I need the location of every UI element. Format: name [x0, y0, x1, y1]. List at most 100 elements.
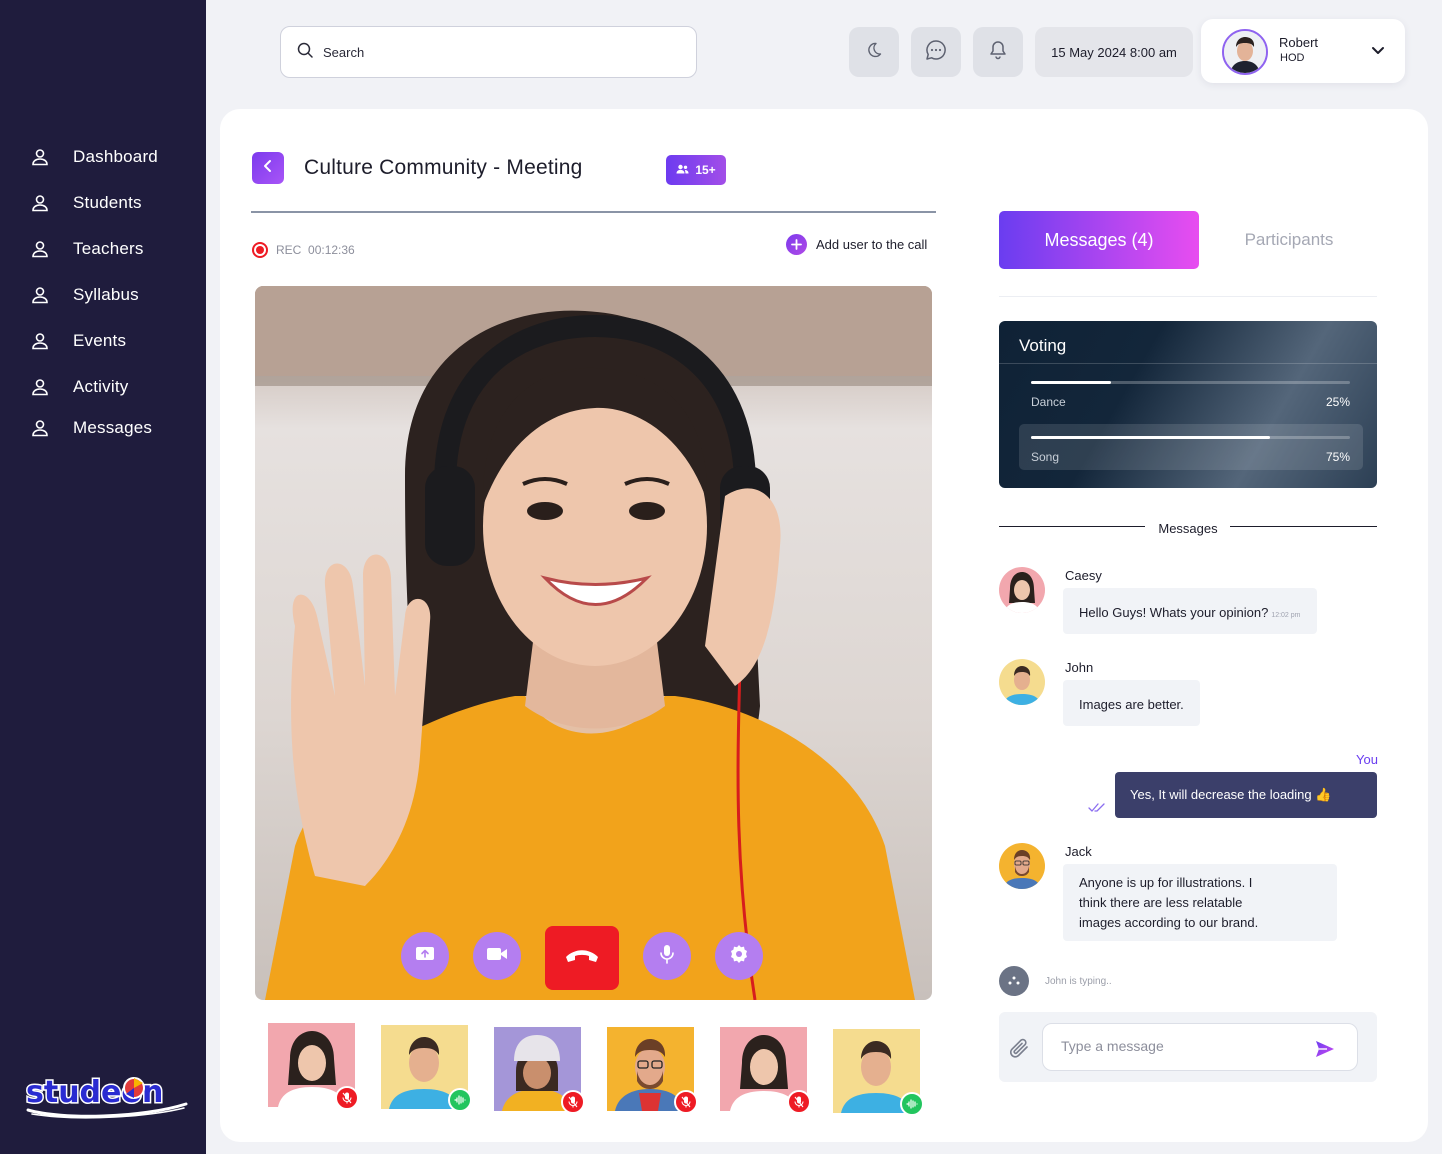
- message-sender: Jack: [1065, 844, 1092, 859]
- sidebar-item-events[interactable]: Events: [0, 318, 206, 364]
- speaking-indicator: [448, 1088, 472, 1112]
- user-icon: [30, 418, 50, 438]
- tab-divider: [999, 296, 1377, 297]
- sidebar-item-label: Events: [73, 331, 127, 350]
- participant-thumbnail[interactable]: [720, 1027, 811, 1114]
- tab-messages[interactable]: Messages (4): [999, 211, 1199, 269]
- studeon-logo[interactable]: studeon: [22, 1064, 192, 1120]
- user-icon: [30, 331, 50, 351]
- rec-label: REC: [276, 243, 302, 257]
- typing-indicator-icon: [999, 966, 1029, 996]
- share-screen-icon: [415, 945, 435, 968]
- participant-thumbnail[interactable]: [833, 1029, 924, 1116]
- message-text: Hello Guys! Whats your opinion?: [1079, 605, 1269, 620]
- message-text: images according to our brand.: [1079, 915, 1259, 930]
- vote-option-percent: 75%: [1325, 450, 1350, 464]
- chat-button[interactable]: [911, 27, 961, 77]
- user-icon: [30, 193, 50, 213]
- participants-count: 15+: [695, 163, 716, 177]
- title-divider: [251, 211, 936, 213]
- recording-status: REC 00:12:36: [276, 243, 355, 257]
- sidebar-item-syllabus[interactable]: Syllabus: [0, 272, 206, 318]
- settings-icon: [729, 944, 749, 969]
- microphone-button[interactable]: [643, 932, 691, 980]
- participant-thumbnail[interactable]: [494, 1027, 585, 1114]
- search-box[interactable]: [280, 26, 697, 78]
- sidebar-item-label: Messages: [73, 418, 153, 437]
- main-video: [255, 286, 932, 1000]
- send-icon[interactable]: [1313, 1037, 1337, 1061]
- sidebar-nav: Dashboard Students Teachers Syllabus Eve…: [0, 134, 206, 446]
- vote-option-dance[interactable]: Dance 25%: [1019, 369, 1363, 415]
- video-toggle-button[interactable]: [473, 932, 521, 980]
- message-composer: [999, 1012, 1377, 1082]
- share-screen-button[interactable]: [401, 932, 449, 980]
- sidebar-item-messages[interactable]: Messages: [0, 410, 206, 446]
- sidebar-item-label: Activity: [73, 377, 129, 396]
- muted-indicator: [674, 1090, 698, 1114]
- messages-heading: Messages: [1158, 521, 1218, 536]
- end-call-button[interactable]: [545, 926, 619, 990]
- vote-progress-fill: [1031, 436, 1271, 439]
- participant-thumbnail[interactable]: [268, 1023, 359, 1110]
- message-text: Images are better.: [1079, 697, 1184, 712]
- moon-icon: [865, 41, 883, 64]
- video-participant-image: [255, 286, 932, 1000]
- typing-status: John is typing..: [1045, 976, 1112, 987]
- speaking-indicator: [900, 1092, 924, 1116]
- avatar: [1222, 29, 1268, 75]
- sidebar-item-label: Dashboard: [73, 147, 158, 166]
- search-input[interactable]: [323, 44, 663, 60]
- user-icon: [30, 285, 50, 305]
- add-user-label: Add user to the call: [816, 237, 928, 252]
- sidebar-item-activity[interactable]: Activity: [0, 364, 206, 410]
- message-input[interactable]: [1061, 1038, 1301, 1054]
- message-input-box: [1042, 1023, 1358, 1071]
- dark-mode-button[interactable]: [849, 27, 899, 77]
- sidebar-item-dashboard[interactable]: Dashboard: [0, 134, 206, 180]
- user-icon: [30, 239, 50, 259]
- paperclip-icon[interactable]: [1008, 1036, 1032, 1067]
- sidebar: Dashboard Students Teachers Syllabus Eve…: [0, 0, 206, 1154]
- datetime-display: 15 May 2024 8:00 am: [1035, 27, 1193, 77]
- avatar: [999, 843, 1045, 889]
- chat-icon: [925, 39, 947, 66]
- message-sender-you: You: [1356, 752, 1378, 767]
- sidebar-item-label: Teachers: [73, 239, 144, 258]
- participant-thumbnail[interactable]: [607, 1027, 698, 1114]
- chevron-left-icon: [262, 159, 274, 178]
- sidebar-item-students[interactable]: Students: [0, 180, 206, 226]
- vote-progress-fill: [1031, 381, 1111, 384]
- tab-participants[interactable]: Participants: [1205, 211, 1373, 269]
- vote-option-song[interactable]: Song 75%: [1019, 424, 1363, 470]
- message-text: Anyone is up for illustrations. I: [1079, 875, 1253, 890]
- avatar: [999, 567, 1045, 613]
- sidebar-item-teachers[interactable]: Teachers: [0, 226, 206, 272]
- vote-progress-track: [1031, 381, 1350, 384]
- end-call-icon: [564, 948, 600, 969]
- participant-thumbnail[interactable]: [381, 1025, 472, 1112]
- page-title: Culture Community - Meeting: [304, 156, 583, 179]
- rec-timer: 00:12:36: [308, 243, 355, 257]
- sidebar-item-label: Syllabus: [73, 285, 139, 304]
- muted-indicator: [335, 1086, 359, 1110]
- message-text: think there are less relatable: [1079, 895, 1243, 910]
- message-sender: John: [1065, 660, 1094, 675]
- participants-count-badge[interactable]: 15+: [666, 155, 726, 185]
- message-bubble: Hello Guys! Whats your opinion? 12:02 pm: [1063, 588, 1317, 634]
- message-time: 12:02 pm: [1271, 612, 1301, 619]
- settings-button[interactable]: [715, 932, 763, 980]
- chevron-down-icon[interactable]: [1371, 43, 1385, 61]
- vote-progress-track: [1031, 436, 1350, 439]
- notifications-button[interactable]: [973, 27, 1023, 77]
- message-bubble: Anyone is up for illustrations. I think …: [1063, 864, 1337, 941]
- user-name: Robert: [1279, 35, 1319, 50]
- user-menu[interactable]: Robert HOD: [1201, 19, 1405, 83]
- message-bubble: Images are better.: [1063, 680, 1200, 726]
- message-bubble-you: Yes, It will decrease the loading 👍: [1115, 772, 1377, 818]
- user-icon: [30, 147, 50, 167]
- add-user-button[interactable]: Add user to the call: [786, 234, 927, 255]
- vote-option-label: Song: [1031, 450, 1060, 464]
- record-icon: [252, 242, 268, 258]
- back-button[interactable]: [252, 152, 284, 184]
